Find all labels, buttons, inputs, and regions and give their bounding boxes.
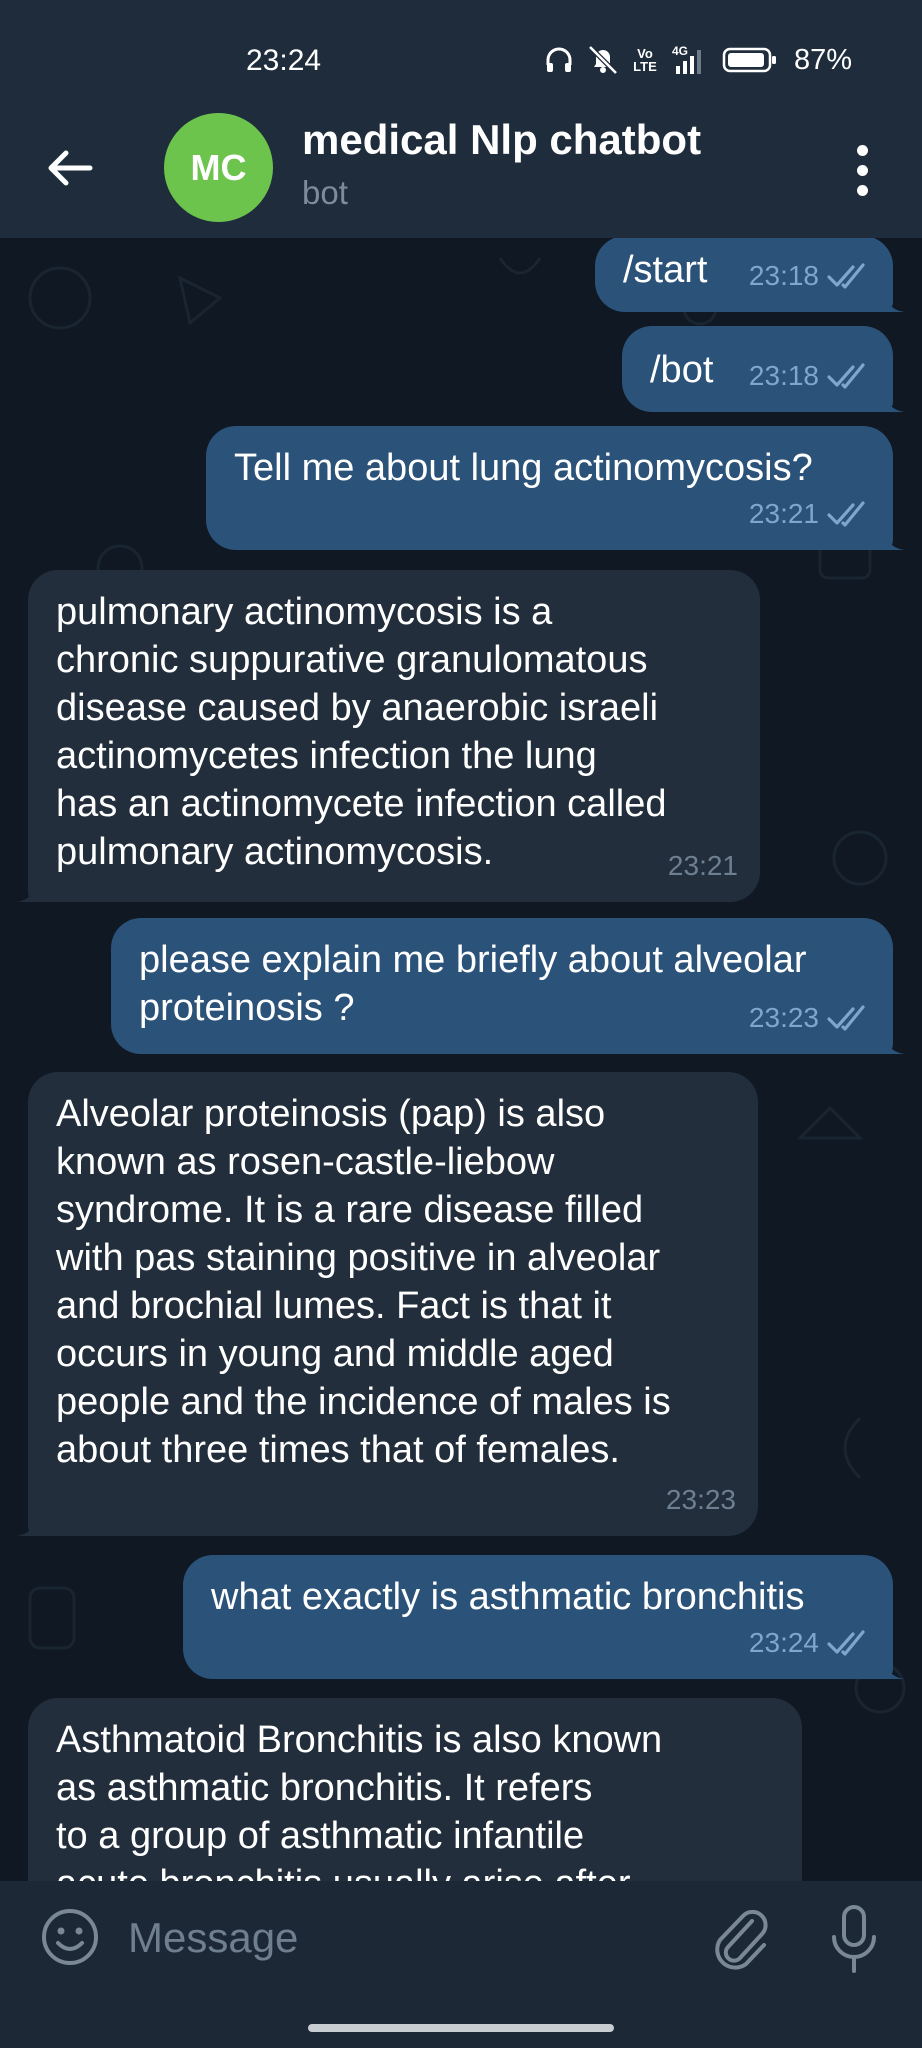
message-meta: 23:24 — [749, 1619, 871, 1667]
emoji-smile-icon[interactable] — [38, 1905, 102, 1969]
battery-icon — [722, 47, 776, 73]
message-text: pulmonary actinomycosis is a chronic sup… — [56, 591, 667, 873]
message-time: 23:21 — [748, 498, 819, 529]
arrow-left-icon — [48, 150, 93, 186]
message-meta: 23:23 — [666, 1476, 736, 1524]
telegram-chat-screen: 23:24 Vo LTE 4G 87% MC medical Nlp chatb… — [0, 0, 922, 2048]
double-check-icon — [827, 363, 865, 389]
bubble-tail — [883, 1657, 905, 1679]
message-time: 23:24 — [748, 1627, 819, 1658]
message-bubble-incoming[interactable]: Alveolar proteinosis (pap) is also known… — [16, 1072, 758, 1536]
bubble-tail — [883, 290, 905, 312]
bubble-tail — [883, 1032, 905, 1054]
message-bubble-outgoing[interactable]: Tell me about lung actinomycosis? 23:21 — [206, 426, 905, 550]
message-text: please explain me briefly about alveolar… — [139, 939, 807, 1029]
message-meta: 23:23 — [749, 994, 871, 1042]
svg-text:4G: 4G — [672, 44, 688, 58]
paperclip-icon[interactable] — [708, 1903, 772, 1973]
message-time: 23:23 — [748, 1002, 819, 1033]
message-bubble-outgoing[interactable]: what exactly is asthmatic bronchitis 23:… — [183, 1555, 905, 1679]
message-meta: 23:18 — [749, 352, 871, 400]
mute-bell-icon — [588, 45, 618, 75]
bubble-tail — [16, 1514, 38, 1536]
home-indicator[interactable] — [308, 2024, 614, 2032]
message-meta: 23:21 — [749, 490, 871, 538]
battery-percentage: 87% — [793, 43, 852, 76]
avatar[interactable]: MC — [164, 113, 273, 222]
message-bubble-outgoing[interactable]: please explain me briefly about alveolar… — [111, 918, 905, 1054]
double-check-icon — [827, 1630, 865, 1656]
message-input[interactable] — [128, 1905, 688, 1971]
bubble-tail — [16, 880, 38, 902]
more-options-button[interactable] — [842, 140, 882, 200]
message-time: 23:23 — [665, 1484, 736, 1515]
chat-subtitle: bot — [302, 174, 348, 211]
more-vertical-dot — [856, 184, 868, 196]
message-text: Alveolar proteinosis (pap) is also known… — [56, 1093, 671, 1471]
status-bar: 23:24 Vo LTE 4G 87% — [0, 0, 922, 116]
message-bubble-incoming[interactable]: pulmonary actinomycosis is a chronic sup… — [16, 570, 760, 902]
message-meta: 23:21 — [668, 842, 738, 890]
chat-title[interactable]: medical Nlp chatbot — [302, 116, 701, 164]
signal-icon: 4G — [672, 44, 701, 74]
message-text: Tell me about lung actinomycosis? — [234, 447, 813, 489]
bubble-tail — [883, 390, 905, 412]
message-time: 23:18 — [748, 360, 819, 391]
bubble-tail — [883, 528, 905, 550]
back-button[interactable] — [40, 138, 100, 198]
message-text: /bot — [650, 349, 714, 391]
microphone-icon[interactable] — [822, 1901, 886, 1977]
status-icons: Vo LTE 4G 87% — [544, 42, 852, 78]
message-text: what exactly is asthmatic bronchitis — [211, 1576, 805, 1618]
more-vertical-dot — [856, 164, 868, 176]
message-meta: 23:18 — [749, 252, 871, 300]
message-time: 23:18 — [748, 260, 819, 291]
message-text: /start — [623, 249, 708, 291]
chat-header: MC medical Nlp chatbot bot — [0, 100, 922, 238]
message-bubble-outgoing[interactable]: /bot 23:18 — [622, 326, 905, 412]
double-check-icon — [827, 501, 865, 527]
headphones-icon — [546, 47, 572, 72]
message-input-bar — [0, 1881, 922, 2048]
chat-messages[interactable]: /start 23:18 /bot 23:18 Tell me about lu — [0, 238, 922, 1881]
volte-icon: Vo LTE — [632, 47, 658, 73]
more-vertical-icon — [856, 144, 868, 156]
volte-label: Vo LTE — [633, 46, 657, 74]
message-text: Asthmatoid Bronchitis is also known as a… — [56, 1719, 663, 1881]
message-bubble-outgoing[interactable]: /start 23:18 — [595, 238, 905, 312]
double-check-icon — [827, 263, 865, 289]
status-time: 23:24 — [246, 44, 322, 77]
message-bubble-incoming[interactable]: Asthmatoid Bronchitis is also known as a… — [28, 1698, 802, 1881]
message-time: 23:21 — [667, 850, 738, 881]
double-check-icon — [827, 1005, 865, 1031]
